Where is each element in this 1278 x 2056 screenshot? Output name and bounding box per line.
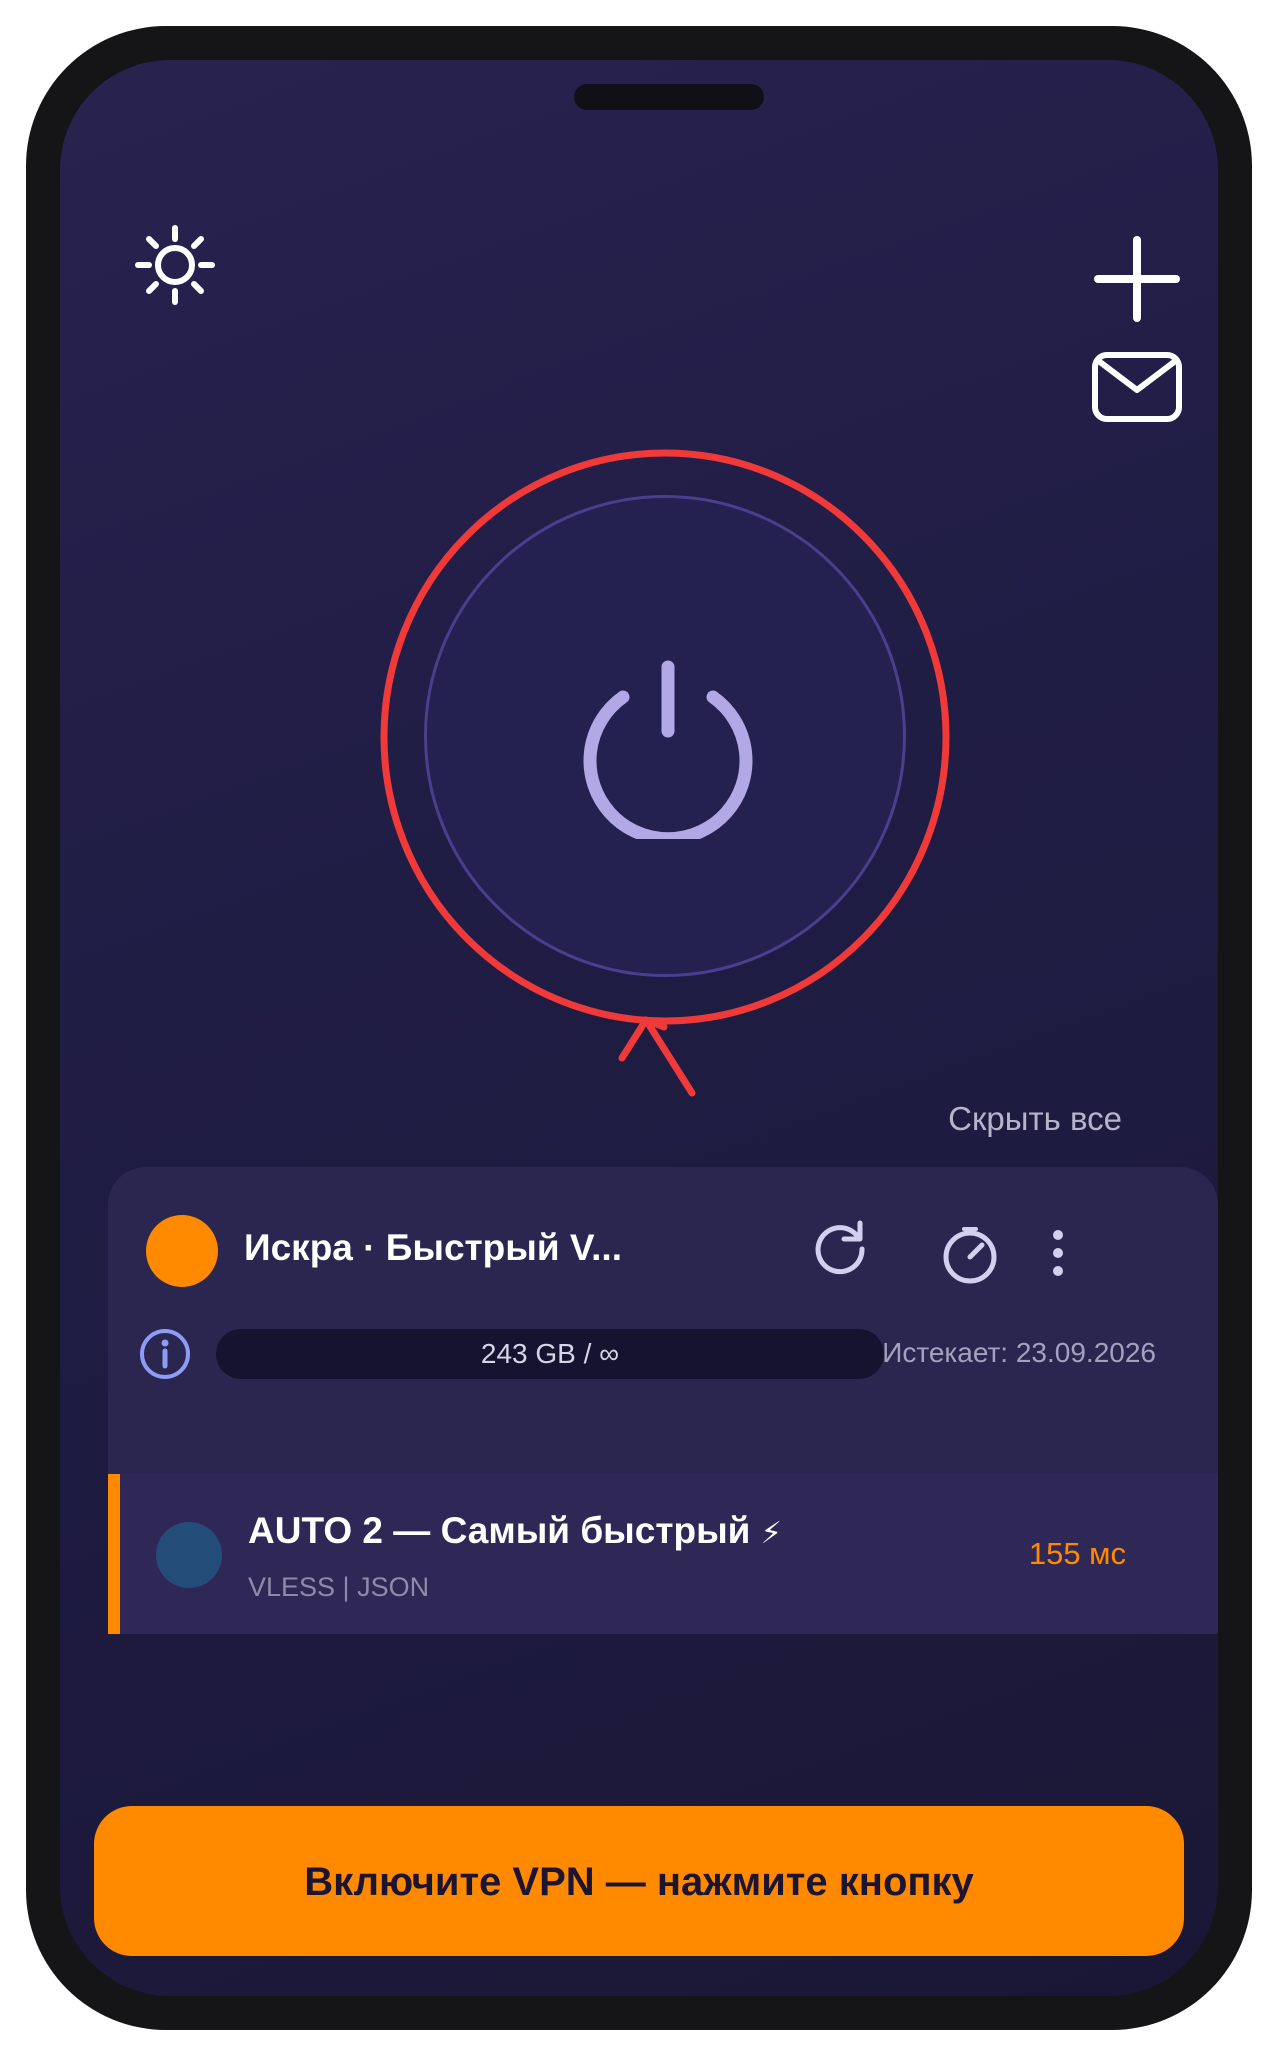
traffic-usage-bar: 243 GB / ∞ bbox=[216, 1329, 884, 1379]
subscription-title[interactable]: Искра · Быстрый V... bbox=[244, 1227, 622, 1269]
app-screen: Скрыть все Искра · Быстрый V... 243 GB /… bbox=[60, 60, 1218, 1996]
server-list-item[interactable]: AUTO 2 — Самый быстрый ⚡ VLESS | JSON 15… bbox=[108, 1474, 1218, 1634]
enable-vpn-label: Включите VPN — нажмите кнопку bbox=[304, 1860, 974, 1904]
speedometer-icon[interactable] bbox=[940, 1225, 1000, 1285]
settings-icon[interactable] bbox=[130, 220, 220, 310]
enable-vpn-button[interactable]: Включите VPN — нажмите кнопку bbox=[94, 1806, 1184, 1956]
server-protocol: VLESS | JSON bbox=[248, 1572, 430, 1602]
mail-icon[interactable] bbox=[1090, 350, 1184, 424]
server-ping: 155 мс bbox=[1028, 1536, 1126, 1571]
server-name-text: AUTO 2 — Самый быстрый bbox=[248, 1510, 751, 1551]
power-button[interactable] bbox=[424, 495, 906, 977]
lightning-icon: ⚡ bbox=[760, 1517, 782, 1550]
hide-all-link[interactable]: Скрыть все bbox=[948, 1100, 1122, 1138]
info-icon[interactable] bbox=[138, 1327, 192, 1381]
more-vertical-icon[interactable] bbox=[1038, 1223, 1078, 1283]
server-name: AUTO 2 — Самый быстрый ⚡ bbox=[248, 1510, 782, 1552]
device-frame: Скрыть все Искра · Быстрый V... 243 GB /… bbox=[26, 26, 1252, 2030]
expiration-date: Истекает: 23.09.2026 bbox=[882, 1337, 1156, 1368]
power-area bbox=[356, 415, 956, 1115]
subscription-card: Искра · Быстрый V... 243 GB / ∞ Истекает… bbox=[108, 1167, 1218, 1634]
traffic-usage-text: 243 GB / ∞ bbox=[480, 1338, 620, 1369]
camera-notch bbox=[574, 84, 764, 110]
refresh-icon[interactable] bbox=[810, 1215, 870, 1275]
power-icon bbox=[583, 660, 753, 839]
subscription-status-dot bbox=[146, 1215, 218, 1287]
add-subscription-icon[interactable] bbox=[1090, 232, 1184, 326]
server-flag-dot bbox=[156, 1522, 222, 1588]
